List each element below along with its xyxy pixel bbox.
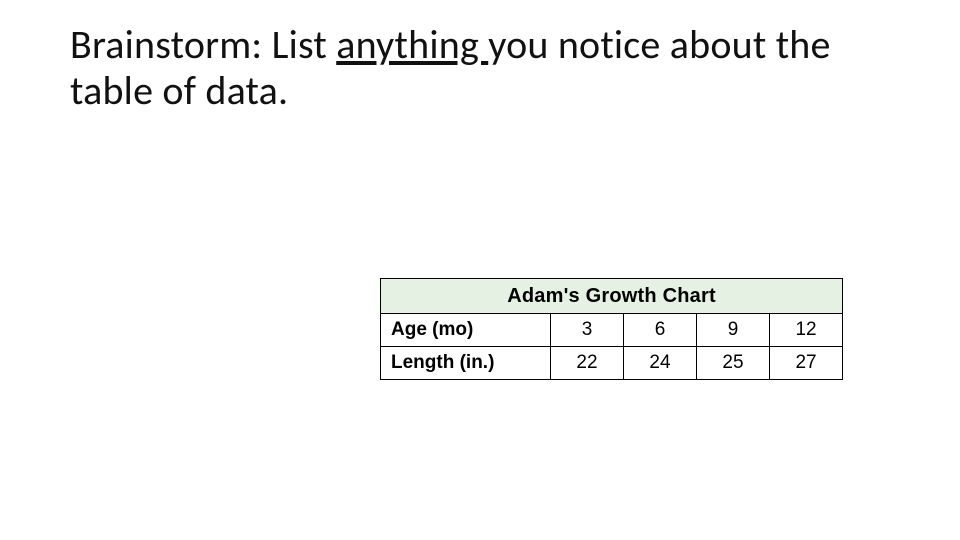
cell-length-3: 27	[770, 347, 843, 380]
table-title: Adam's Growth Chart	[381, 279, 843, 314]
cell-age-1: 6	[624, 314, 697, 347]
cell-age-3: 12	[770, 314, 843, 347]
cell-age-2: 9	[697, 314, 770, 347]
heading-underlined-word: anything	[336, 20, 488, 69]
cell-length-0: 22	[551, 347, 624, 380]
growth-chart-table: Adam's Growth Chart Age (mo) 3 6 9 12 Le…	[380, 278, 843, 380]
growth-chart-table-container: Adam's Growth Chart Age (mo) 3 6 9 12 Le…	[380, 278, 842, 380]
cell-length-2: 25	[697, 347, 770, 380]
heading-prefix: Brainstorm: List	[70, 20, 336, 69]
table-title-row: Adam's Growth Chart	[381, 279, 843, 314]
cell-length-1: 24	[624, 347, 697, 380]
table-row: Age (mo) 3 6 9 12	[381, 314, 843, 347]
row-label-length: Length (in.)	[381, 347, 551, 380]
table-row: Length (in.) 22 24 25 27	[381, 347, 843, 380]
slide-heading: Brainstorm: List anything you notice abo…	[70, 22, 900, 114]
cell-age-0: 3	[551, 314, 624, 347]
row-label-age: Age (mo)	[381, 314, 551, 347]
